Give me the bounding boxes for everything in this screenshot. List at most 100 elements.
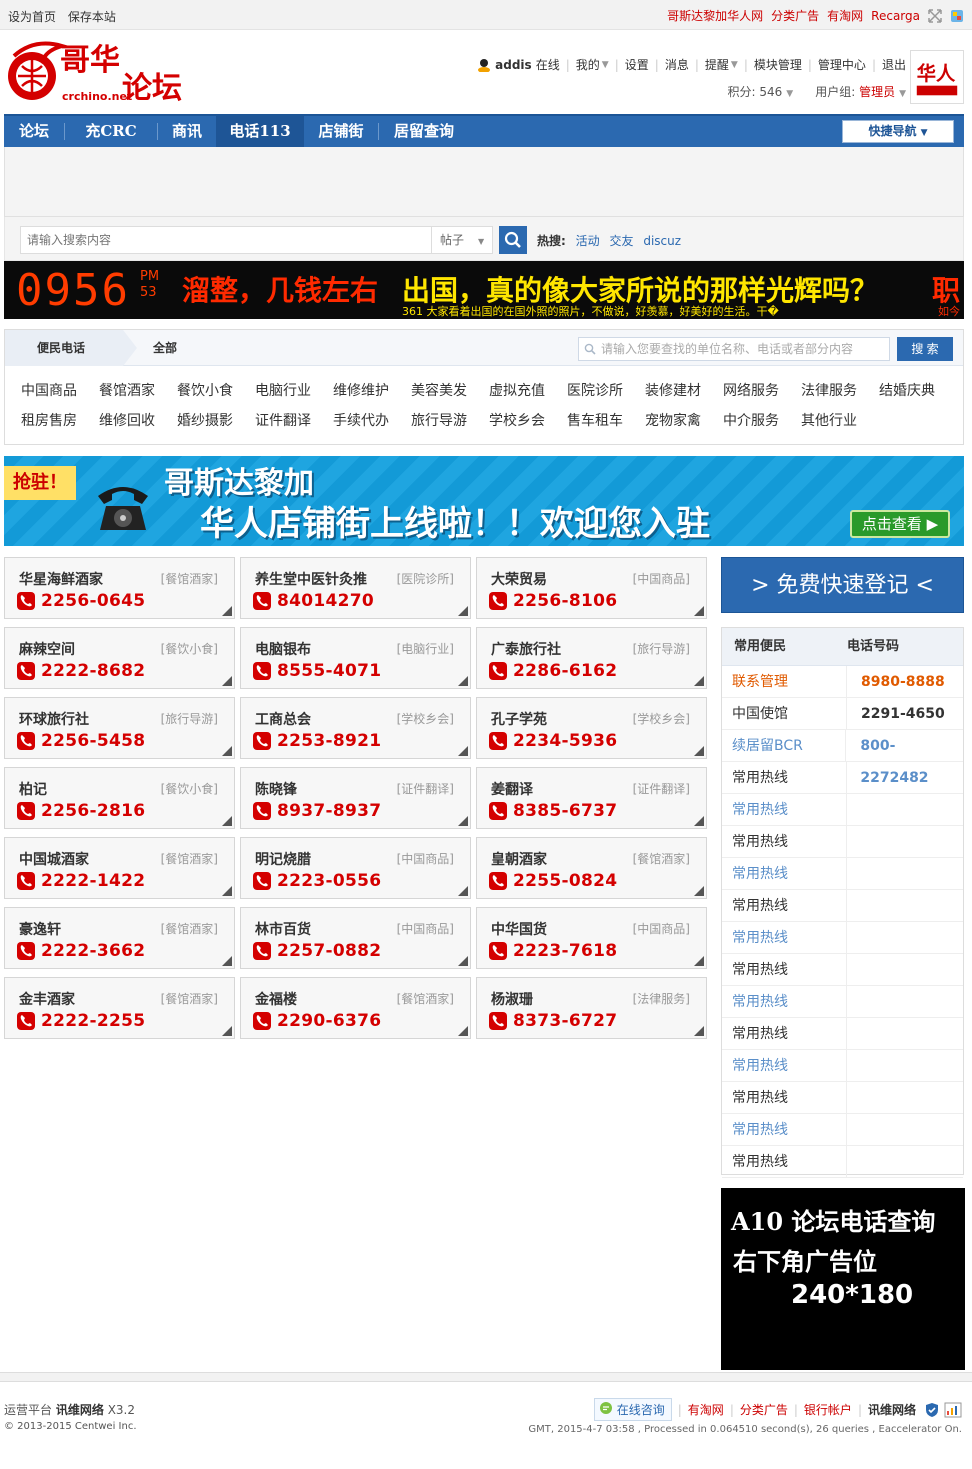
- listing-category[interactable]: [法律服务]: [633, 990, 690, 1007]
- category-item[interactable]: 维修回收: [99, 406, 177, 436]
- category-item[interactable]: 学校乡会: [489, 406, 567, 436]
- listing-category[interactable]: [学校乡会]: [633, 710, 690, 727]
- category-item[interactable]: 虚拟充值: [489, 376, 567, 406]
- user-link-logout[interactable]: 退出: [882, 56, 906, 73]
- search-input[interactable]: [20, 226, 432, 254]
- hotline-name[interactable]: 常用热线: [722, 826, 847, 857]
- top-link-classifieds[interactable]: 分类广告: [771, 7, 819, 24]
- listing-category[interactable]: [餐馆酒家]: [161, 850, 218, 867]
- hot-keyword[interactable]: 交友: [609, 234, 633, 248]
- category-item[interactable]: 法律服务: [801, 376, 879, 406]
- listing-category[interactable]: [中国商品]: [633, 570, 690, 587]
- listing-category[interactable]: [餐馆酒家]: [397, 990, 454, 1007]
- category-item[interactable]: 旅行导游: [411, 406, 489, 436]
- footer-link-youtao[interactable]: 有淘网: [688, 1401, 724, 1418]
- bookmark-link[interactable]: 保存本站: [68, 10, 116, 24]
- hotline-name[interactable]: 常用热线: [722, 1050, 847, 1081]
- category-item[interactable]: 医院诊所: [567, 376, 645, 406]
- listing-category[interactable]: [电脑行业]: [397, 640, 454, 657]
- category-item[interactable]: 售车租车: [567, 406, 645, 436]
- category-item[interactable]: 证件翻译: [255, 406, 333, 436]
- hotline-name[interactable]: 常用热线: [722, 1114, 847, 1145]
- listing-card[interactable]: 广泰旅行社 [旅行导游] 2286-6162: [476, 627, 707, 689]
- listing-card[interactable]: 陈晓锋 [证件翻译] 8937-8937: [240, 767, 471, 829]
- listing-name[interactable]: 环球旅行社: [19, 709, 89, 729]
- nav-forum[interactable]: 论坛: [4, 116, 64, 147]
- listing-name[interactable]: 杨淑珊: [491, 989, 533, 1009]
- nav-residency-query[interactable]: 居留查询: [379, 116, 469, 147]
- nav-phone-113[interactable]: 电话113: [216, 116, 304, 147]
- hotline-name[interactable]: 常用热线: [722, 986, 847, 1017]
- category-item[interactable]: 宠物家禽: [645, 406, 723, 436]
- listing-name[interactable]: 广泰旅行社: [491, 639, 561, 659]
- listing-category[interactable]: [餐馆酒家]: [161, 990, 218, 1007]
- listing-card[interactable]: 杨淑珊 [法律服务] 8373-6727: [476, 977, 707, 1039]
- listing-card[interactable]: 麻辣空间 [餐饮小食] 2222-8682: [4, 627, 235, 689]
- color-theme-icon[interactable]: [950, 9, 964, 23]
- nav-news[interactable]: 商讯: [158, 116, 216, 147]
- listing-card[interactable]: 皇朝酒家 [餐馆酒家] 2255-0824: [476, 837, 707, 899]
- listing-name[interactable]: 姜翻译: [491, 779, 533, 799]
- category-item[interactable]: 餐饮小食: [177, 376, 255, 406]
- hotline-name[interactable]: 常用热线: [722, 794, 847, 825]
- search-button[interactable]: [499, 226, 527, 254]
- top-link-youtao[interactable]: 有淘网: [827, 7, 863, 24]
- platform-name[interactable]: 讯维网络: [56, 1403, 104, 1417]
- hotline-name[interactable]: 常用热线: [722, 858, 847, 889]
- listing-category[interactable]: [旅行导游]: [161, 710, 218, 727]
- hotline-name[interactable]: 联系管理: [722, 666, 847, 697]
- listing-name[interactable]: 中国城酒家: [19, 849, 89, 869]
- search-type-select[interactable]: 帖子 ▼: [431, 226, 493, 254]
- listing-card[interactable]: 工商总会 [学校乡会] 2253-8921: [240, 697, 471, 759]
- points-display[interactable]: 积分: 546 ▼: [728, 83, 794, 100]
- footer-brand[interactable]: 讯维网络: [868, 1401, 916, 1418]
- category-item[interactable]: 其他行业: [801, 406, 879, 436]
- site-logo[interactable]: 哥华 论坛 crchino.net: [4, 36, 194, 108]
- listing-card[interactable]: 中华国货 [中国商品] 2223-7618: [476, 907, 707, 969]
- led-banner[interactable]: 0956 PM 53 溜整，几钱左右 出国，真的像大家所说的那样光辉吗？ 361 …: [4, 261, 964, 319]
- listing-category[interactable]: [学校乡会]: [397, 710, 454, 727]
- user-link-module-admin[interactable]: 模块管理: [754, 56, 802, 73]
- listing-category[interactable]: [餐饮小食]: [161, 780, 218, 797]
- security-shield-icon[interactable]: [924, 1402, 940, 1418]
- listing-name[interactable]: 豪逸轩: [19, 919, 61, 939]
- listing-card[interactable]: 林市百货 [中国商品] 2257-0882: [240, 907, 471, 969]
- category-item[interactable]: 手续代办: [333, 406, 411, 436]
- listing-name[interactable]: 大荣贸易: [491, 569, 547, 589]
- hotline-name[interactable]: 常用热线: [722, 1018, 847, 1049]
- hotline-name[interactable]: 常用热线: [722, 762, 847, 793]
- category-search-input[interactable]: 请输入您要查找的单位名称、电话或者部分内容: [578, 337, 890, 361]
- category-item[interactable]: 餐馆酒家: [99, 376, 177, 406]
- hotline-name[interactable]: 续居留BCR: [722, 730, 847, 761]
- listing-category[interactable]: [证件翻译]: [397, 780, 454, 797]
- listing-category[interactable]: [旅行导游]: [633, 640, 690, 657]
- username[interactable]: addis: [495, 58, 532, 72]
- footer-link-classifieds[interactable]: 分类广告: [740, 1401, 788, 1418]
- tab-convenience-phone[interactable]: 便民电话: [5, 330, 123, 366]
- category-item[interactable]: 中国商品: [21, 376, 99, 406]
- listing-name[interactable]: 柏记: [19, 779, 47, 799]
- ad-slot-a10[interactable]: A10 论坛电话查询 右下角广告位 240*180: [721, 1188, 965, 1370]
- listing-category[interactable]: [餐饮小食]: [161, 640, 218, 657]
- listing-name[interactable]: 麻辣空间: [19, 639, 75, 659]
- listing-category[interactable]: [餐馆酒家]: [161, 570, 218, 587]
- listing-name[interactable]: 孔子学苑: [491, 709, 547, 729]
- hotline-name[interactable]: 常用热线: [722, 890, 847, 921]
- promo-cta-button[interactable]: 点击查看 ▶: [850, 510, 950, 538]
- listing-card[interactable]: 姜翻译 [证件翻译] 8385-6737: [476, 767, 707, 829]
- hot-keyword[interactable]: discuz: [643, 234, 681, 248]
- user-link-messages[interactable]: 消息: [665, 56, 689, 73]
- listing-name[interactable]: 金福楼: [255, 989, 297, 1009]
- user-link-settings[interactable]: 设置: [625, 56, 649, 73]
- hotline-name[interactable]: 中国使馆: [722, 698, 847, 729]
- category-item[interactable]: 结婚庆典: [879, 376, 957, 406]
- category-item[interactable]: 网络服务: [723, 376, 801, 406]
- listing-card[interactable]: 金福楼 [餐馆酒家] 2290-6376: [240, 977, 471, 1039]
- category-item[interactable]: 婚纱摄影: [177, 406, 255, 436]
- cnzz-stats-icon[interactable]: [944, 1402, 962, 1418]
- category-item[interactable]: 电脑行业: [255, 376, 333, 406]
- category-item[interactable]: 装修建材: [645, 376, 723, 406]
- category-search-button[interactable]: 搜 索: [897, 337, 953, 361]
- hotline-name[interactable]: 常用热线: [722, 922, 847, 953]
- hotline-name[interactable]: 常用热线: [722, 954, 847, 985]
